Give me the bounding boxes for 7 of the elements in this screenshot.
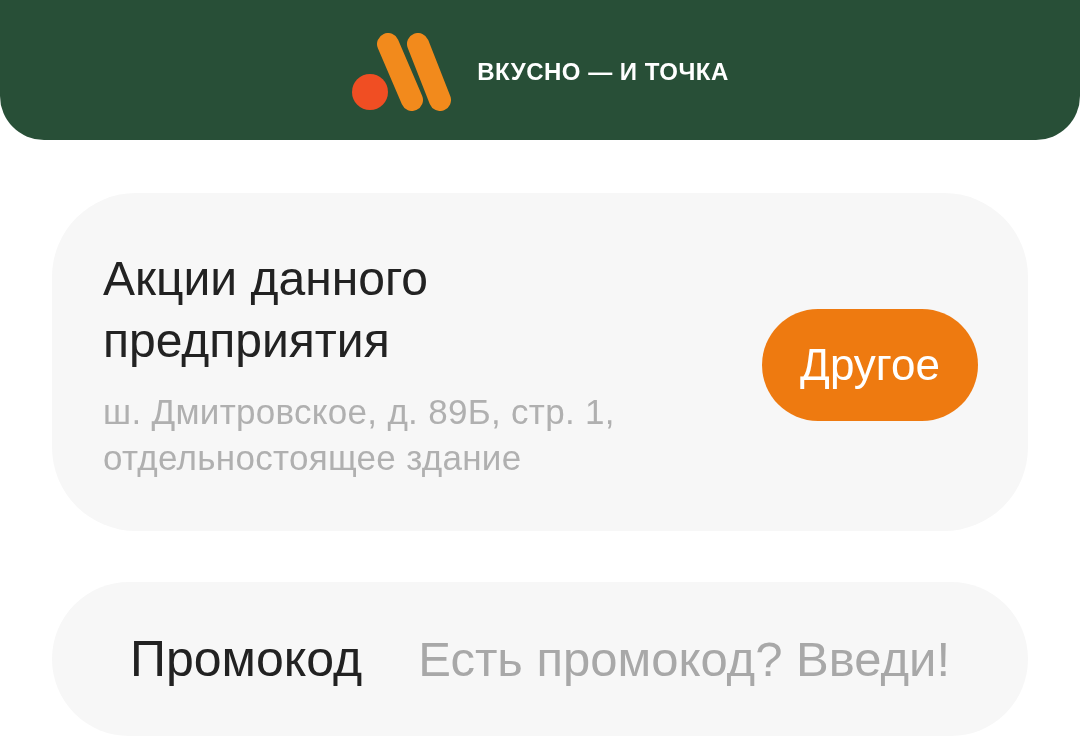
promo-label: Промокод [130,630,363,688]
promo-code-input[interactable]: Есть промокод? Введи! [402,631,950,687]
logo-icon [351,32,452,111]
other-button[interactable]: Другое [762,308,978,421]
brand-name: ВКУСНО — И ТОЧКА [477,57,729,86]
store-address: ш. Дмитровское, д. 89Б, стр. 1, отдельностоящее здание [103,391,616,479]
promotions-title: Акции данного предприятия [103,251,430,369]
